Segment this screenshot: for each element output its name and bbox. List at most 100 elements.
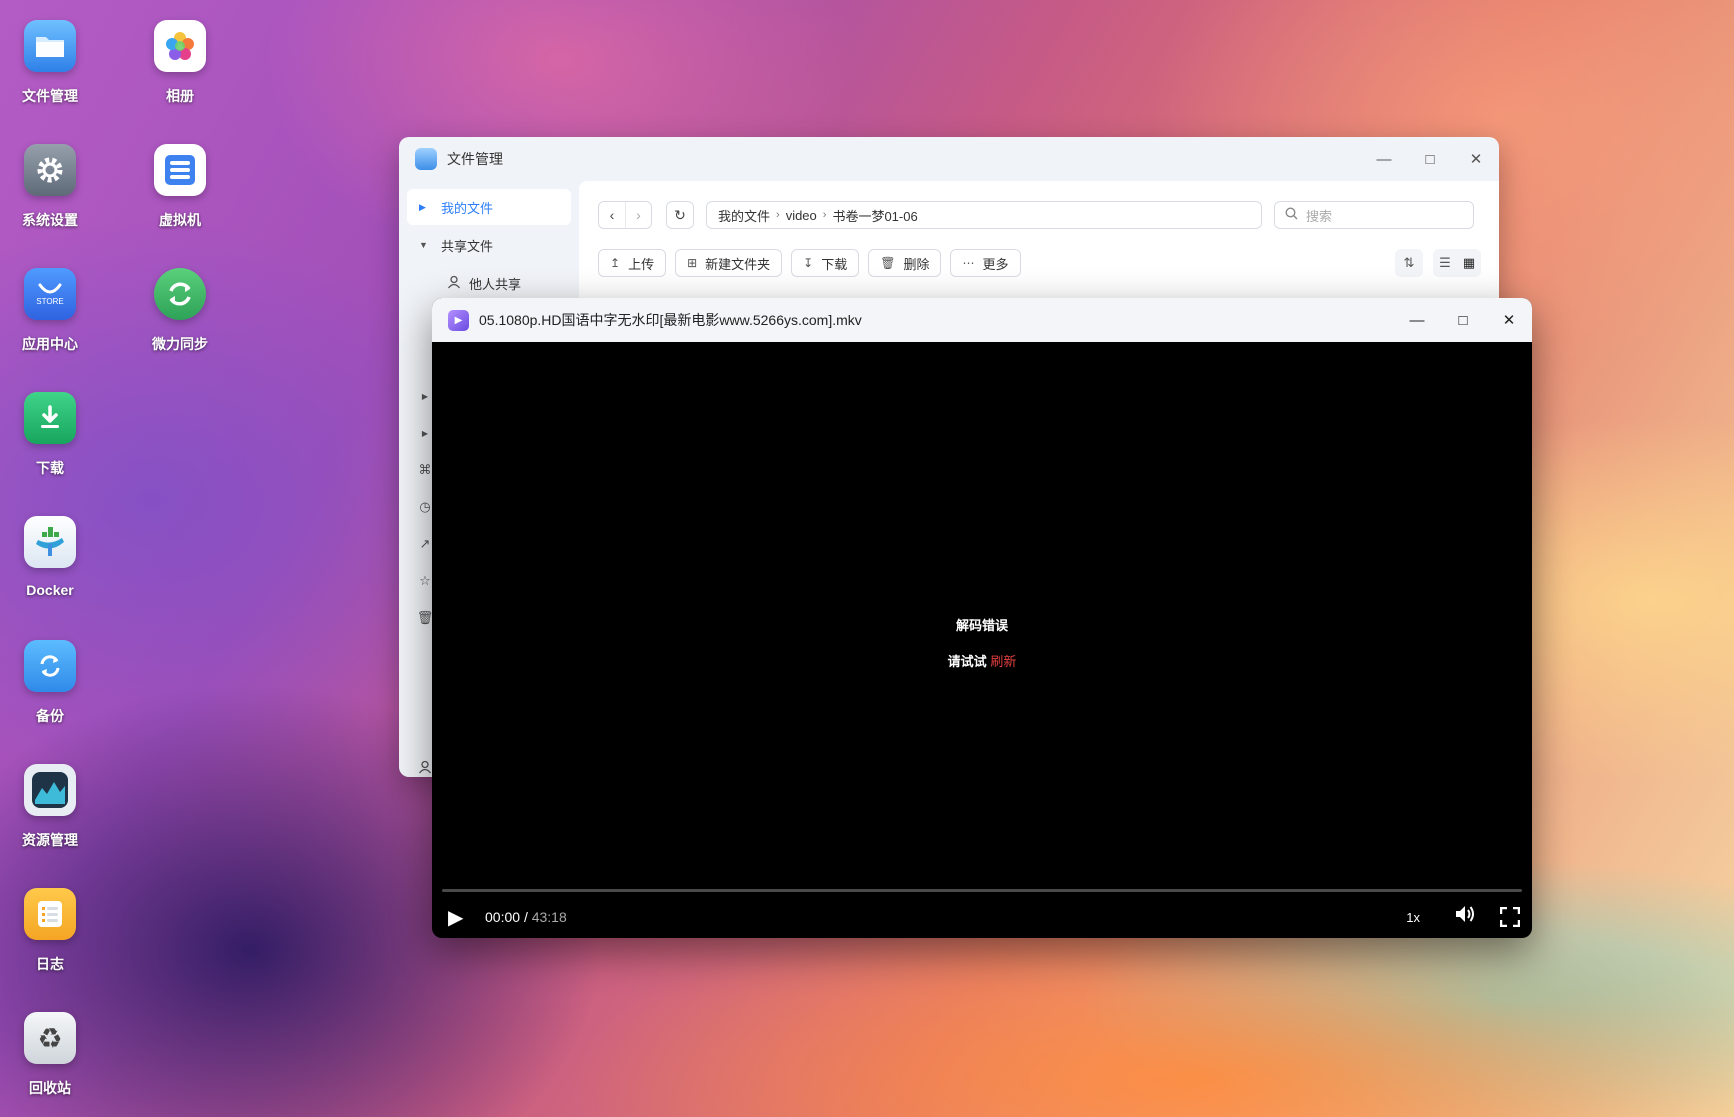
desktop-icon-recycle-bin[interactable]: ♻ 回收站 [0,1012,105,1098]
desktop-icon-resource-monitor[interactable]: 资源管理 [0,764,105,850]
desktop-icon-virtual-machine[interactable]: 虚拟机 [125,144,235,230]
download-label: 下载 [821,256,848,272]
more-icon: ⋯ [962,256,975,270]
breadcrumb-item[interactable]: video [786,208,817,223]
app-store-icon: STORE [24,268,76,320]
video-title: 05.1080p.HD国语中字无水印[最新电影www.5266ys.com].m… [479,312,862,328]
minimize-icon[interactable]: — [1361,137,1407,181]
maximize-icon[interactable]: □ [1440,298,1486,342]
upload-button[interactable]: ↥ 上传 [598,249,667,277]
search-placeholder: 搜索 [1306,208,1333,224]
close-icon[interactable]: ✕ [1453,137,1499,181]
docker-icon [24,516,76,568]
desktop-icon-label: 下载 [36,460,64,476]
desktop-icon-label: 系统设置 [22,212,78,228]
current-time: 00:00 [485,909,521,925]
sidebar-item-others-shared[interactable]: 他人共享 [407,265,571,301]
new-folder-icon: ⊞ [687,256,698,270]
total-time: 43:18 [531,909,567,925]
new-folder-button[interactable]: ⊞ 新建文件夹 [675,249,783,277]
file-manager-titlebar[interactable]: 文件管理 — □ ✕ [399,137,1499,181]
recycle-bin-icon: ♻ [24,1012,76,1064]
retry-hint: 请试试 刷新 [432,651,1532,670]
desktop-icon-label: 资源管理 [22,832,78,848]
minimize-icon[interactable]: — [1394,298,1440,342]
desktop-icon-label: Docker [26,582,74,598]
player-controls: ▶ 00:00 / 43:18 1x [432,901,1532,933]
settings-gear-icon [24,144,76,196]
fullscreen-icon[interactable] [1499,906,1521,928]
search-input[interactable]: 搜索 [1274,201,1474,229]
grid-view-icon[interactable]: ▦ [1457,249,1481,277]
chevron-right-icon: › [822,209,827,221]
play-icon[interactable]: ▶ [448,905,463,930]
volume-icon[interactable] [1454,904,1476,930]
decode-error-message: 解码错误 [955,618,1008,633]
close-icon[interactable]: ✕ [1486,298,1532,342]
retry-prefix: 请试试 [947,654,987,669]
caret-right-icon: ▶ [419,201,426,212]
resource-monitor-icon [24,764,76,816]
search-icon [1285,207,1298,223]
breadcrumb-item[interactable]: 书卷一梦01-06 [832,206,917,225]
list-view-icon[interactable]: ☰ [1433,249,1457,277]
desktop-icon-settings[interactable]: 系统设置 [0,144,105,230]
desktop-icon-download[interactable]: 下载 [0,392,105,478]
desktop-icon-label: 微力同步 [152,336,208,352]
refresh-icon[interactable]: ↻ [666,201,694,229]
desktop-icon-app-center[interactable]: STORE 应用中心 [0,268,105,354]
video-player-app-icon: ▶ [448,309,469,331]
chevron-right-icon: › [776,209,780,221]
navigation-row: ‹ › ↻ 我的文件 › video › 书卷一梦01-06 搜索 [598,201,1474,229]
desktop-icon-logs[interactable]: 日志 [0,888,105,974]
desktop-icon-label: 文件管理 [22,88,78,104]
sidebar-item-my-files[interactable]: ▶ 我的文件 [407,189,571,225]
window-title: 文件管理 [447,151,503,167]
breadcrumb-item[interactable]: 我的文件 [718,206,770,225]
download-button[interactable]: ↧ 下载 [791,249,860,277]
upload-icon: ↥ [610,256,621,270]
desktop-icon-label: 日志 [36,956,64,972]
virtual-machine-icon [154,144,206,196]
desktop-icon-label: 回收站 [29,1080,71,1096]
desktop-icon-backup[interactable]: 备份 [0,640,105,726]
window-controls: — □ ✕ [1361,137,1499,181]
desktop-icon-photos[interactable]: 相册 [125,20,235,106]
desktop-icon-file-manager[interactable]: 文件管理 [0,20,105,106]
more-button[interactable]: ⋯ 更多 [950,249,1021,277]
upload-label: 上传 [628,256,655,272]
sidebar-item-label: 他人共享 [469,276,522,292]
desktop-icon-docker[interactable]: Docker [0,516,105,598]
more-label: 更多 [982,256,1009,272]
toolbar: ↥ 上传 ⊞ 新建文件夹 ↧ 下载 🗑 删除 ⋯ 更多 [598,249,1030,277]
trash-icon: 🗑 [880,256,896,270]
breadcrumb[interactable]: 我的文件 › video › 书卷一梦01-06 [706,201,1262,229]
desktop-icon-label: 应用中心 [22,336,78,352]
sidebar-item-label: 我的文件 [441,200,494,216]
file-manager-app-icon [415,148,437,170]
video-player-window[interactable]: ▶ 05.1080p.HD国语中字无水印[最新电影www.5266ys.com]… [432,298,1532,938]
desktop-icon-sync[interactable]: 微力同步 [125,268,235,354]
forward-icon[interactable]: › [625,202,651,228]
desktop-icon-label: 相册 [166,88,194,104]
playback-speed-button[interactable]: 1x [1406,910,1420,925]
player-titlebar[interactable]: ▶ 05.1080p.HD国语中字无水印[最新电影www.5266ys.com]… [432,298,1532,342]
progress-bar[interactable] [442,889,1522,892]
sort-icon[interactable]: ⇅ [1395,249,1423,277]
refresh-link[interactable]: 刷新 [990,654,1016,669]
delete-label: 删除 [903,256,930,272]
log-icon [24,888,76,940]
photos-icon [154,20,206,72]
backup-icon [24,640,76,692]
back-icon[interactable]: ‹ [599,202,625,228]
view-mode-toggle: ☰ ▦ [1433,249,1481,277]
sidebar-item-shared-files[interactable]: ▼ 共享文件 [407,227,571,263]
user-icon [447,275,461,292]
maximize-icon[interactable]: □ [1407,137,1453,181]
sync-icon [154,268,206,320]
delete-button[interactable]: 🗑 删除 [868,249,942,277]
view-controls: ⇅ ☰ ▦ [1385,249,1481,277]
store-text: STORE [36,296,64,306]
download-icon [24,392,76,444]
desktop-icon-label: 虚拟机 [159,212,201,228]
